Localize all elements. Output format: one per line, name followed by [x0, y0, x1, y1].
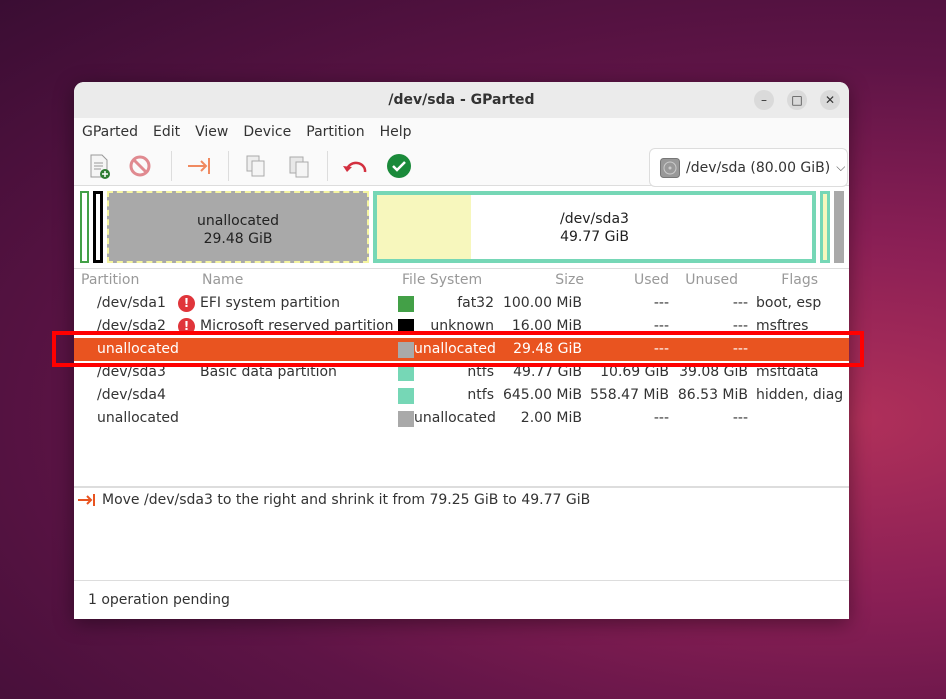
used-cell: 558.47 MiB	[589, 387, 669, 403]
copy-icon[interactable]	[243, 153, 269, 179]
diskmap-sda3-label: /dev/sda3	[560, 211, 629, 227]
name-cell: EFI system partition	[200, 295, 340, 311]
size-cell: 100.00 MiB	[502, 295, 582, 311]
diskmap-sda3-size: 49.77 GiB	[560, 229, 629, 245]
filesystem-color-swatch	[398, 296, 414, 312]
paste-icon[interactable]	[286, 153, 312, 179]
resize-move-icon[interactable]	[186, 153, 212, 179]
unused-cell: ---	[732, 295, 748, 311]
toolbar: /dev/sda (80.00 GiB) ⌵	[74, 145, 849, 187]
device-selector[interactable]: /dev/sda (80.00 GiB) ⌵	[649, 148, 848, 187]
partition-cell: /dev/sda1	[97, 295, 166, 311]
disk-map: unallocated 29.48 GiB /dev/sda3 49.77 Gi…	[74, 187, 849, 265]
table-row[interactable]: unallocated unallocated 2.00 MiB --- ---	[74, 407, 849, 430]
diskmap-unallocated-label: unallocated	[197, 213, 279, 229]
col-partition[interactable]: Partition	[81, 272, 139, 288]
diskmap-sda3[interactable]: /dev/sda3 49.77 GiB	[373, 191, 816, 263]
used-cell: ---	[653, 295, 669, 311]
filesystem-color-swatch	[398, 365, 414, 381]
status-bar: 1 operation pending	[74, 580, 849, 619]
operations-list: Move /dev/sda3 to the right and shrink i…	[74, 486, 849, 580]
toolbar-separator	[327, 151, 328, 181]
warning-icon: !	[178, 295, 195, 312]
diskmap-unallocated[interactable]: unallocated 29.48 GiB	[107, 191, 369, 263]
filesystem-color-swatch	[398, 388, 414, 404]
menu-view[interactable]: View	[195, 124, 228, 140]
col-filesystem[interactable]: File System	[402, 272, 482, 288]
new-icon[interactable]	[86, 153, 112, 179]
col-size[interactable]: Size	[504, 272, 584, 288]
resize-move-icon	[78, 494, 95, 506]
filesystem-color-swatch	[398, 411, 414, 427]
maximize-button[interactable]: □	[787, 90, 807, 110]
highlight-box	[52, 331, 864, 367]
menu-device[interactable]: Device	[243, 124, 291, 140]
col-flags[interactable]: Flags	[738, 272, 818, 288]
diskmap-unallocated-size: 29.48 GiB	[203, 231, 273, 247]
delete-icon[interactable]	[127, 153, 153, 179]
menu-bar: GParted Edit View Device Partition Help	[74, 118, 849, 145]
table-header: Partition Name File System Size Used Unu…	[74, 268, 849, 290]
apply-icon[interactable]	[386, 153, 412, 179]
flags-cell: hidden, diag	[756, 387, 844, 403]
filesystem-cell: fat32	[457, 295, 494, 311]
col-name[interactable]: Name	[202, 272, 243, 288]
col-unused[interactable]: Unused	[658, 272, 738, 288]
table-row[interactable]: /dev/sda1! EFI system partition fat32 100.0…	[74, 292, 849, 315]
diskmap-sda1[interactable]	[80, 191, 89, 263]
undo-icon[interactable]	[342, 153, 368, 179]
diskmap-unallocated-end[interactable]	[834, 191, 844, 263]
col-used[interactable]: Used	[589, 272, 669, 288]
menu-partition[interactable]: Partition	[306, 124, 364, 140]
title-bar: /dev/sda - GParted – □ ✕	[74, 82, 849, 118]
unused-cell: ---	[732, 410, 748, 426]
toolbar-separator	[171, 151, 172, 181]
unused-cell: 86.53 MiB	[677, 387, 748, 403]
menu-gparted[interactable]: GParted	[82, 124, 138, 140]
filesystem-cell: ntfs	[467, 387, 494, 403]
used-cell: ---	[653, 410, 669, 426]
diskmap-sda2[interactable]	[93, 191, 103, 263]
operation-text: Move /dev/sda3 to the right and shrink i…	[102, 492, 591, 508]
filesystem-cell: unallocated	[414, 410, 496, 426]
device-selector-value: /dev/sda (80.00 GiB)	[686, 159, 831, 176]
window-title: /dev/sda - GParted	[388, 92, 535, 108]
size-cell: 645.00 MiB	[502, 387, 582, 403]
minimize-button[interactable]: –	[754, 90, 774, 110]
flags-cell: boot, esp	[756, 295, 822, 311]
partition-cell: /dev/sda4	[97, 387, 166, 403]
close-button[interactable]: ✕	[820, 90, 840, 110]
table-row[interactable]: /dev/sda4 ntfs 645.00 MiB 558.47 MiB 86.53 M…	[74, 384, 849, 407]
menu-edit[interactable]: Edit	[153, 124, 180, 140]
partition-cell: unallocated	[97, 410, 179, 426]
operation-item[interactable]: Move /dev/sda3 to the right and shrink i…	[78, 492, 590, 508]
size-cell: 2.00 MiB	[520, 410, 582, 426]
disk-icon	[660, 157, 680, 178]
toolbar-separator	[228, 151, 229, 181]
chevron-down-icon: ⌵	[836, 160, 846, 174]
diskmap-sda4[interactable]	[820, 191, 830, 263]
menu-help[interactable]: Help	[380, 124, 412, 140]
